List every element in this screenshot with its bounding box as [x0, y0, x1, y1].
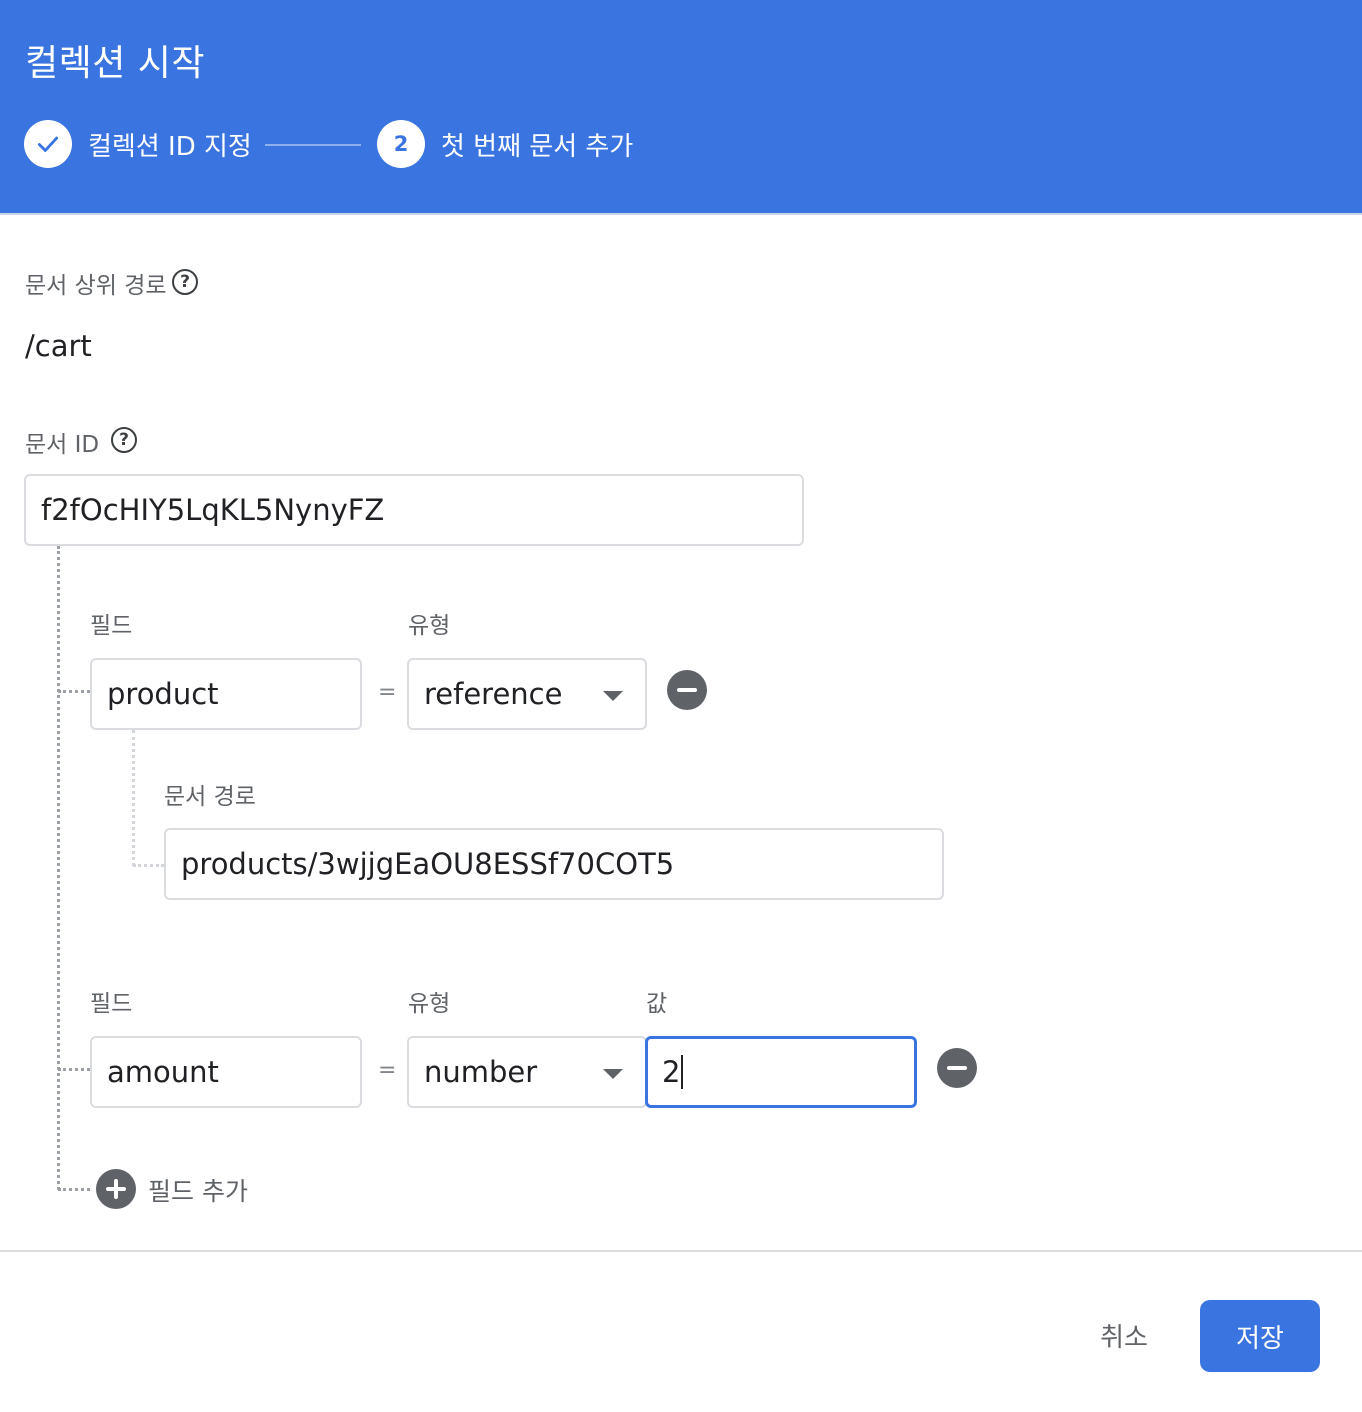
parent-path-label: 문서 상위 경로 [25, 273, 167, 299]
dropdown-arrow-icon [603, 1069, 623, 1079]
document-id-input[interactable]: f2fOcHIY5LqKL5NynyFZ [24, 474, 804, 546]
dialog-header: 컬렉션 시작 컬렉션 ID 지정 2 첫 번째 문서 추가 [0, 0, 1362, 215]
step-1-complete-badge [24, 120, 72, 168]
field-name-input[interactable]: amount [90, 1036, 362, 1108]
field-type-select[interactable]: reference [407, 658, 647, 730]
document-id-value: f2fOcHIY5LqKL5NynyFZ [41, 493, 385, 527]
equals-sign: = [378, 1058, 397, 1083]
step-2-number-badge: 2 [377, 120, 425, 168]
field-value-input[interactable]: 2 [645, 1036, 917, 1108]
field-name-value: product [107, 677, 219, 711]
tree-connector-line [57, 546, 60, 1190]
field-type-value: number [424, 1055, 538, 1089]
tree-branch-line [58, 690, 90, 693]
reference-path-label: 문서 경로 [164, 784, 256, 810]
dialog-title: 컬렉션 시작 [25, 43, 206, 84]
document-id-label: 문서 ID [25, 432, 100, 458]
reference-branch-line [133, 864, 164, 867]
step-connector [265, 144, 361, 146]
remove-field-icon[interactable] [937, 1048, 977, 1088]
parent-path-value: /cart [25, 329, 92, 363]
type-label: 유형 [408, 991, 451, 1017]
reference-path-value: products/3wjjgEaOU8ESSf70COT5 [181, 847, 675, 881]
field-value-text: 2 [662, 1055, 681, 1089]
equals-sign: = [378, 680, 397, 705]
reference-path-input[interactable]: products/3wjjgEaOU8ESSf70COT5 [164, 828, 944, 900]
add-field-icon[interactable] [96, 1169, 136, 1209]
cancel-button[interactable]: 취소 [1080, 1300, 1168, 1370]
type-label: 유형 [408, 613, 451, 639]
reference-connector-line [132, 730, 135, 866]
text-caret [681, 1055, 684, 1089]
save-button[interactable]: 저장 [1200, 1300, 1320, 1372]
field-name-value: amount [107, 1055, 219, 1089]
field-type-select[interactable]: number [407, 1036, 647, 1108]
help-icon[interactable]: ? [172, 269, 198, 295]
value-label: 값 [646, 991, 668, 1017]
step-2-label: 첫 번째 문서 추가 [441, 132, 634, 162]
step-1-label: 컬렉션 ID 지정 [88, 132, 252, 162]
help-icon[interactable]: ? [111, 427, 137, 453]
field-name-input[interactable]: product [90, 658, 362, 730]
tree-branch-line [58, 1068, 90, 1071]
dropdown-arrow-icon [603, 691, 623, 701]
remove-field-icon[interactable] [667, 670, 707, 710]
add-field-button[interactable]: 필드 추가 [148, 1172, 248, 1208]
check-icon [37, 136, 59, 152]
tree-branch-line [58, 1188, 90, 1191]
field-label: 필드 [90, 613, 133, 639]
field-label: 필드 [90, 991, 133, 1017]
field-type-value: reference [424, 677, 563, 711]
footer-divider [0, 1250, 1362, 1252]
